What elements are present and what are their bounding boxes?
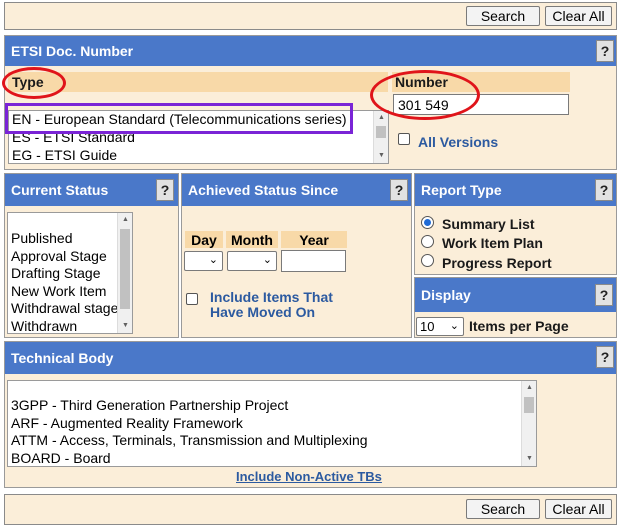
items-per-page-value: 10: [420, 319, 435, 334]
summary-list-radio[interactable]: [421, 216, 434, 229]
report-type-header: Report Type: [415, 174, 616, 206]
day-label: Day: [185, 231, 223, 248]
type-option[interactable]: EG - ETSI Guide: [9, 147, 388, 164]
include-moved-label[interactable]: Include Items That Have Moved On: [210, 290, 333, 320]
summary-list-label[interactable]: Summary List: [442, 216, 535, 232]
include-moved-label-line1: Include Items That: [210, 289, 333, 305]
month-select[interactable]: ⌄: [227, 251, 277, 271]
include-moved-checkbox[interactable]: [186, 293, 198, 305]
scroll-thumb[interactable]: [120, 229, 130, 309]
status-option[interactable]: Approval Stage: [8, 248, 132, 266]
current-status-title: Current Status: [11, 182, 109, 198]
achieved-status-title: Achieved Status Since: [188, 182, 339, 198]
status-option[interactable]: New Work Item: [8, 283, 132, 301]
status-option[interactable]: Published: [8, 230, 132, 248]
day-select[interactable]: ⌄: [184, 251, 223, 271]
display-title: Display: [421, 287, 471, 303]
work-item-plan-label[interactable]: Work Item Plan: [442, 235, 543, 251]
status-option[interactable]: [8, 213, 132, 230]
technical-body-title: Technical Body: [11, 350, 114, 366]
month-label: Month: [226, 231, 278, 248]
status-scrollbar[interactable]: ▲ ▼: [117, 213, 132, 333]
work-item-plan-radio[interactable]: [421, 235, 434, 248]
report-type-help-icon[interactable]: ?: [595, 179, 613, 201]
progress-report-radio[interactable]: [421, 254, 434, 267]
scroll-thumb[interactable]: [524, 397, 534, 413]
search-button-top[interactable]: Search: [466, 6, 540, 26]
scroll-down-icon[interactable]: ▼: [374, 149, 388, 163]
year-label: Year: [281, 231, 347, 248]
year-input[interactable]: [281, 250, 346, 272]
etsi-doc-help-icon[interactable]: ?: [596, 40, 614, 62]
type-scrollbar[interactable]: ▲ ▼: [373, 111, 388, 163]
en-option-annotation-box: [5, 103, 353, 134]
technical-body-listbox[interactable]: 3GPP - Third Generation Partnership Proj…: [7, 380, 537, 467]
include-moved-label-line2: Have Moved On: [210, 304, 316, 320]
status-option[interactable]: Drafting Stage: [8, 265, 132, 283]
chevron-down-icon: ⌄: [449, 320, 459, 332]
type-annotation-circle: [2, 67, 66, 99]
all-versions-label[interactable]: All Versions: [418, 134, 498, 150]
current-status-listbox[interactable]: Published Approval Stage Drafting Stage …: [7, 212, 133, 334]
current-status-header: Current Status: [5, 174, 178, 206]
clear-all-button-bottom[interactable]: Clear All: [545, 499, 612, 519]
items-per-page-label: Items per Page: [469, 318, 569, 334]
clear-all-button-top[interactable]: Clear All: [545, 6, 612, 26]
technical-body-help-icon[interactable]: ?: [596, 346, 614, 368]
tb-scrollbar[interactable]: ▲ ▼: [521, 381, 536, 466]
report-type-title: Report Type: [421, 182, 502, 198]
items-per-page-select[interactable]: 10 ⌄: [416, 317, 464, 336]
progress-report-label[interactable]: Progress Report: [442, 255, 552, 271]
tb-option[interactable]: [8, 381, 536, 397]
scroll-thumb[interactable]: [376, 126, 386, 138]
all-versions-checkbox[interactable]: [398, 133, 410, 145]
tb-option[interactable]: 3GPP - Third Generation Partnership Proj…: [8, 397, 536, 415]
achieved-status-header: Achieved Status Since: [182, 174, 411, 206]
scroll-up-icon[interactable]: ▲: [118, 213, 132, 227]
display-help-icon[interactable]: ?: [595, 284, 613, 306]
scroll-down-icon[interactable]: ▼: [522, 452, 536, 466]
achieved-status-help-icon[interactable]: ?: [390, 179, 408, 201]
number-annotation-circle: [370, 70, 480, 120]
chevron-down-icon: ⌄: [262, 254, 272, 266]
current-status-help-icon[interactable]: ?: [156, 179, 174, 201]
etsi-doc-title: ETSI Doc. Number: [11, 43, 134, 59]
search-button-bottom[interactable]: Search: [466, 499, 540, 519]
scroll-up-icon[interactable]: ▲: [522, 381, 536, 395]
tb-option[interactable]: ATTM - Access, Terminals, Transmission a…: [8, 432, 536, 450]
technical-body-header: Technical Body: [5, 342, 616, 374]
status-option[interactable]: Withdrawal stage: [8, 300, 132, 318]
scroll-down-icon[interactable]: ▼: [118, 319, 132, 333]
chevron-down-icon: ⌄: [208, 254, 218, 266]
status-option[interactable]: Withdrawn: [8, 318, 132, 334]
tb-option[interactable]: BOARD - Board: [8, 450, 536, 467]
include-nonactive-link[interactable]: Include Non-Active TBs: [236, 469, 382, 484]
display-header: Display: [415, 278, 616, 312]
etsi-doc-header: ETSI Doc. Number: [5, 36, 616, 66]
tb-option[interactable]: ARF - Augmented Reality Framework: [8, 415, 536, 433]
